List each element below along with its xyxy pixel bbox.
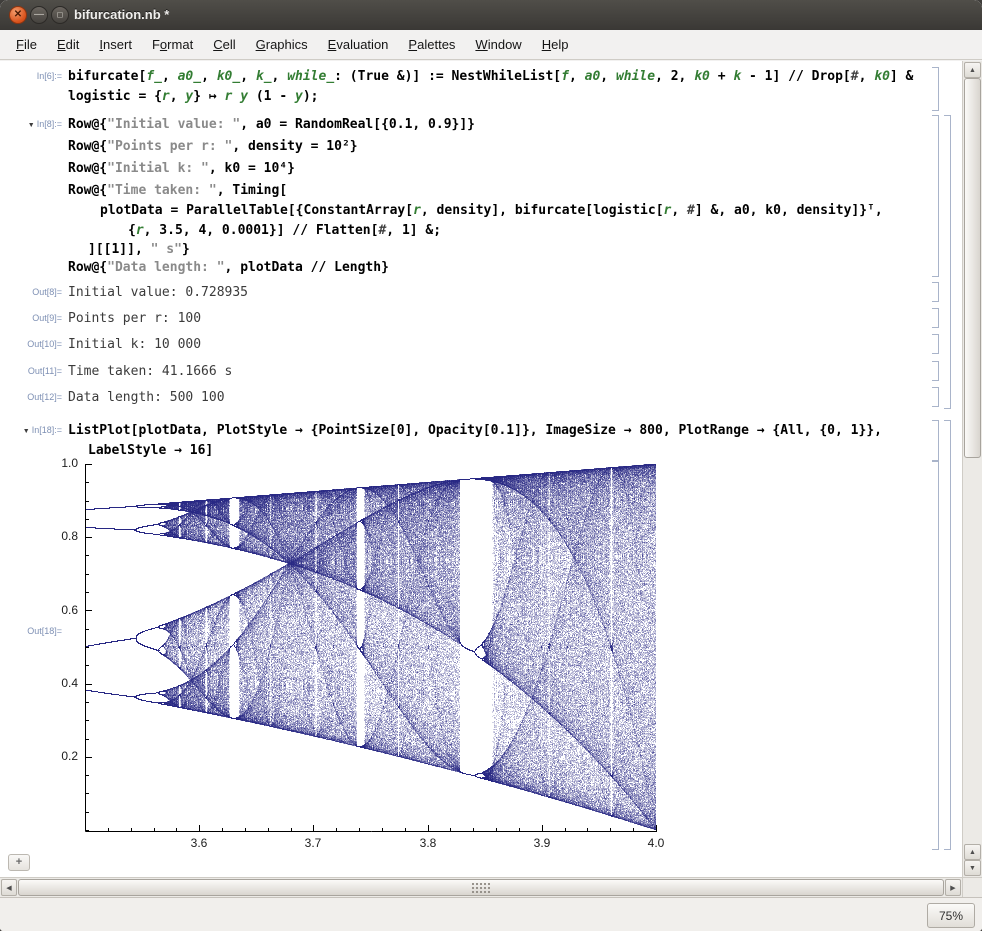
- zoom-level-label: 75%: [939, 909, 963, 923]
- input-code-line[interactable]: Row@{"Time taken: ", Timing[: [68, 183, 287, 199]
- arrow-right-icon: ▶: [950, 884, 955, 892]
- menu-bar: File Edit Insert Format Cell Graphics Ev…: [0, 30, 982, 60]
- horizontal-scrollbar[interactable]: ◀ ▶: [0, 877, 962, 897]
- cell-label-out12[interactable]: Out[12]=: [0, 392, 62, 402]
- menu-help[interactable]: Help: [532, 32, 579, 57]
- cell-bracket-out8[interactable]: [931, 282, 939, 302]
- output-line: Points per r: 100: [68, 311, 201, 327]
- close-icon: ✕: [14, 10, 22, 20]
- horizontal-scrollbar-thumb[interactable]: [18, 879, 944, 896]
- cell-bracket-out12[interactable]: [931, 387, 939, 407]
- minimize-icon: —: [34, 10, 44, 20]
- input-code-line[interactable]: Row@{"Points per r: ", density = 10²}: [68, 139, 358, 155]
- x-tick-label: 4.0: [641, 836, 671, 850]
- arrow-up-icon: ▲: [969, 67, 976, 74]
- output-line: Time taken: 41.1666 s: [68, 364, 232, 380]
- arrow-left-icon: ◀: [6, 884, 11, 892]
- group-disclosure-icon[interactable]: ▼: [23, 428, 30, 435]
- y-tick-label: 0.8: [36, 529, 78, 543]
- input-code-line[interactable]: plotData = ParallelTable[{ConstantArray[…: [100, 203, 883, 219]
- cell-label-out8[interactable]: Out[8]=: [0, 287, 62, 297]
- cell-label-in6[interactable]: In[6]:=: [0, 71, 62, 81]
- cell-bracket-out18[interactable]: [931, 460, 939, 850]
- x-tick-label: 3.8: [413, 836, 443, 850]
- x-tick-label: 3.9: [527, 836, 557, 850]
- input-code-line[interactable]: Row@{"Data length: ", plotData // Length…: [68, 260, 389, 276]
- input-code-line[interactable]: {r, 3.5, 4, 0.0001}] // Flatten[#, 1] &;: [128, 223, 441, 239]
- menu-palettes[interactable]: Palettes: [398, 32, 465, 57]
- scroll-down-button[interactable]: ▼: [964, 860, 981, 876]
- vertical-scrollbar[interactable]: ▲ ▲ ▼: [962, 61, 982, 877]
- y-tick-label: 0.2: [36, 749, 78, 763]
- notebook-plus-button[interactable]: +: [8, 854, 30, 871]
- output-line: Initial value: 0.728935: [68, 285, 248, 301]
- window-title: bifurcation.nb *: [74, 0, 169, 30]
- vertical-scrollbar-thumb[interactable]: [964, 78, 981, 458]
- menu-cell[interactable]: Cell: [203, 32, 245, 57]
- mathematica-notebook-window: ✕ — ◻ bifurcation.nb * File Edit Insert …: [0, 0, 982, 931]
- menu-graphics[interactable]: Graphics: [246, 32, 318, 57]
- menu-format[interactable]: Format: [142, 32, 203, 57]
- scroll-up-button[interactable]: ▲: [964, 62, 981, 78]
- output-line: Data length: 500 100: [68, 390, 225, 406]
- y-tick-label: 0.6: [36, 603, 78, 617]
- scrollbar-grip-icon: [472, 883, 490, 893]
- minimize-button[interactable]: —: [30, 6, 48, 24]
- cell-label-out10[interactable]: Out[10]=: [0, 339, 62, 349]
- input-code-line[interactable]: LabelStyle → 16]: [88, 443, 213, 459]
- arrow-down-icon: ▼: [969, 865, 976, 872]
- scroll-up-button-bottom[interactable]: ▲: [964, 844, 981, 860]
- cell-bracket-in6[interactable]: [931, 67, 939, 111]
- menu-insert[interactable]: Insert: [89, 32, 142, 57]
- group-bracket-in18[interactable]: [943, 420, 951, 850]
- cell-bracket-in18[interactable]: [931, 420, 939, 462]
- scroll-left-button[interactable]: ◀: [1, 879, 17, 896]
- y-tick-label: 1.0: [36, 456, 78, 470]
- cell-bracket-out10[interactable]: [931, 334, 939, 354]
- cell-label-text: In[8]:=: [37, 119, 62, 129]
- plus-icon: +: [16, 857, 22, 868]
- output-line: Initial k: 10 000: [68, 337, 201, 353]
- arrow-up-icon: ▲: [969, 849, 976, 856]
- maximize-icon: ◻: [57, 11, 64, 19]
- menu-evaluation[interactable]: Evaluation: [318, 32, 399, 57]
- bifurcation-plot-canvas[interactable]: [85, 464, 657, 832]
- maximize-button[interactable]: ◻: [51, 6, 69, 24]
- x-tick-label: 3.6: [184, 836, 214, 850]
- input-code-line[interactable]: Row@{"Initial value: ", a0 = RandomReal[…: [68, 117, 475, 133]
- scrollbar-corner: [962, 877, 982, 897]
- menu-file[interactable]: File: [6, 32, 47, 57]
- input-code-line[interactable]: logistic = {r, y} ↦ r y (1 - y);: [68, 89, 318, 105]
- input-code-line[interactable]: ][[1]], " s"}: [88, 242, 190, 258]
- cell-label-out9[interactable]: Out[9]=: [0, 313, 62, 323]
- cell-label-text: In[18]:=: [32, 425, 62, 435]
- input-code-line[interactable]: bifurcate[f_, a0_, k0_, k_, while_: (Tru…: [68, 69, 913, 85]
- cell-label-in8[interactable]: ▼In[8]:=: [0, 119, 62, 129]
- cell-label-in18[interactable]: ▼In[18]:=: [0, 425, 62, 435]
- notebook-area[interactable]: In[6]:= bifurcate[f_, a0_, k0_, k_, whil…: [0, 61, 962, 877]
- cell-bracket-out9[interactable]: [931, 308, 939, 328]
- x-tick-label: 3.7: [298, 836, 328, 850]
- group-bracket-in8[interactable]: [943, 115, 951, 409]
- cell-bracket-out11[interactable]: [931, 361, 939, 381]
- group-disclosure-icon[interactable]: ▼: [28, 122, 35, 129]
- close-button[interactable]: ✕: [9, 6, 27, 24]
- scroll-right-button[interactable]: ▶: [945, 879, 961, 896]
- menu-window[interactable]: Window: [465, 32, 531, 57]
- y-tick-label: 0.4: [36, 676, 78, 690]
- zoom-level-button[interactable]: 75%: [927, 903, 975, 928]
- titlebar[interactable]: ✕ — ◻ bifurcation.nb *: [0, 0, 982, 31]
- cell-label-out18[interactable]: Out[18]=: [0, 626, 62, 636]
- cell-bracket-in8[interactable]: [931, 115, 939, 277]
- menu-edit[interactable]: Edit: [47, 32, 89, 57]
- input-code-line[interactable]: ListPlot[plotData, PlotStyle → {PointSiz…: [68, 423, 882, 439]
- status-bar: 75%: [0, 897, 982, 931]
- cell-label-out11[interactable]: Out[11]=: [0, 366, 62, 376]
- input-code-line[interactable]: Row@{"Initial k: ", k0 = 10⁴}: [68, 161, 295, 177]
